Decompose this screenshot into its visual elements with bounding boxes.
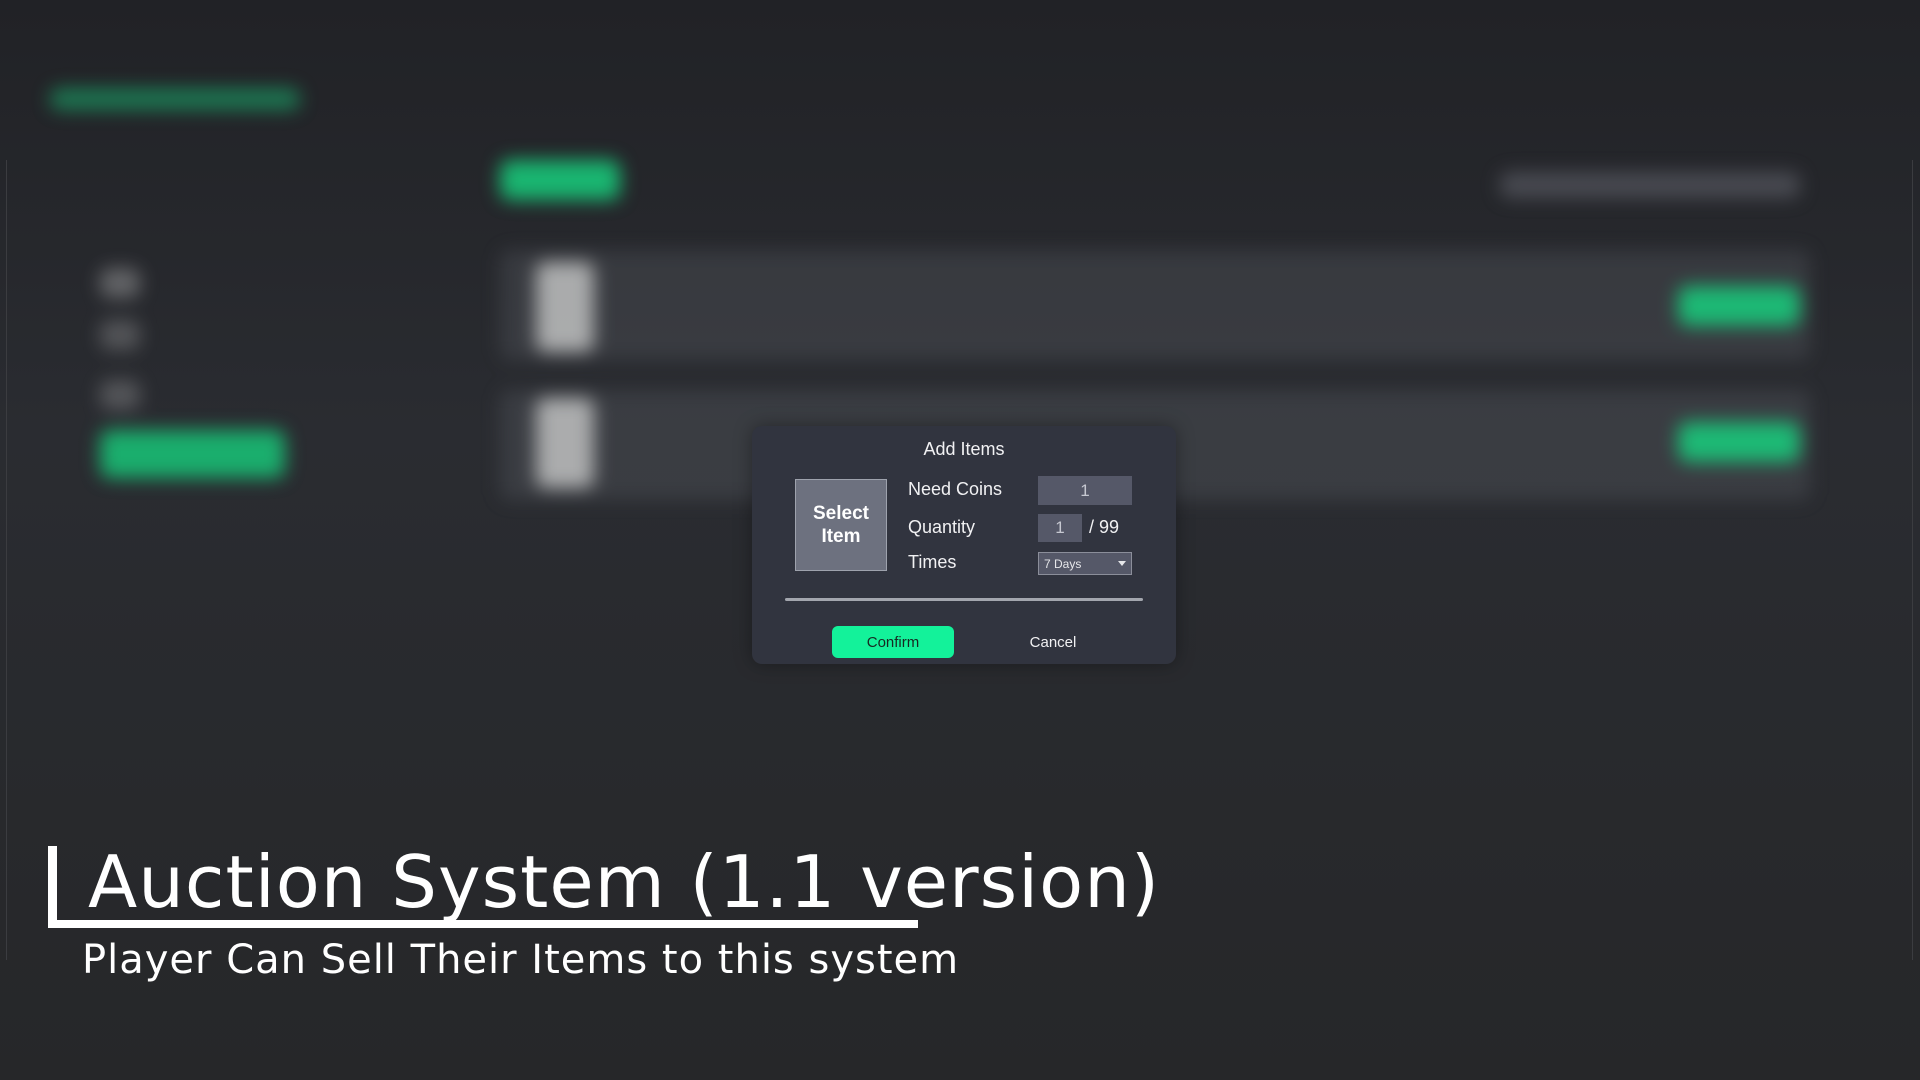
quantity-input[interactable] xyxy=(1038,514,1082,542)
blurred-buy-button-2 xyxy=(1678,422,1800,462)
dialog-title: Add Items xyxy=(923,439,1005,459)
confirm-button[interactable]: Confirm xyxy=(832,626,954,658)
blurred-sell-button xyxy=(500,160,620,200)
blurred-side-icon-2 xyxy=(100,320,140,350)
blurred-buy-button-1 xyxy=(1678,286,1800,326)
select-item-button[interactable]: Select Item xyxy=(795,479,887,571)
quantity-label: Quantity xyxy=(908,517,976,537)
dialog-divider xyxy=(785,598,1143,601)
add-items-dialog: Add Items Select Item Need Coins Quantit… xyxy=(752,426,1176,664)
chevron-down-icon xyxy=(1118,561,1126,566)
need-coins-input[interactable] xyxy=(1038,476,1132,505)
blurred-side-icon-1 xyxy=(100,268,140,298)
blurred-item-icon-2 xyxy=(536,398,594,488)
blurred-item-icon-1 xyxy=(536,262,594,352)
times-selected-value: 7 Days xyxy=(1044,557,1082,571)
times-label: Times xyxy=(908,552,957,572)
need-coins-label: Need Coins xyxy=(908,479,1003,499)
blurred-search xyxy=(1500,172,1800,198)
caption-title: Auction System (1.1 version) xyxy=(88,840,1160,924)
caption-accent-bar xyxy=(48,846,57,928)
cancel-button[interactable]: Cancel xyxy=(992,626,1114,658)
caption-subtitle: Player Can Sell Their Items to this syst… xyxy=(82,937,960,983)
quantity-max: / 99 xyxy=(1089,517,1120,537)
blurred-side-icon-3 xyxy=(100,380,140,410)
blurred-row-1 xyxy=(500,250,1810,360)
blurred-side-button xyxy=(100,430,285,478)
times-dropdown[interactable]: 7 Days xyxy=(1038,552,1132,575)
blurred-logo xyxy=(50,88,300,110)
